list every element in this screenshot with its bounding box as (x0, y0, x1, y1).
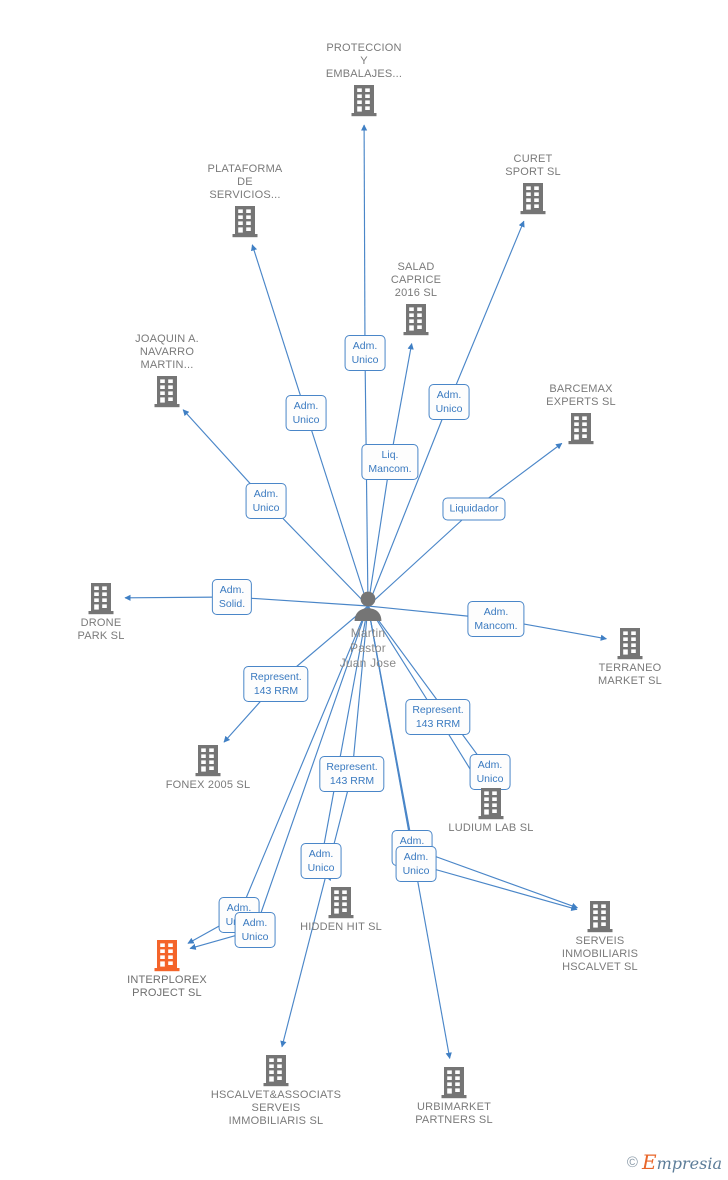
building-icon (525, 899, 675, 933)
edge-label-e-ludium-1[interactable]: Represent. 143 RRM (405, 699, 471, 735)
edge-label-e-drone[interactable]: Adm. Solid. (211, 579, 253, 615)
building-icon (341, 302, 491, 336)
edge-label-e-joaquin[interactable]: Adm. Unico (245, 483, 287, 519)
building-icon (506, 411, 656, 445)
node-hidden[interactable]: HIDDEN HIT SL (266, 885, 416, 934)
node-label-hidden: HIDDEN HIT SL (300, 921, 382, 933)
node-hscalvet[interactable]: HSCALVET&ASSOCIATS SERVEIS IMMOBILIARIS … (201, 1053, 351, 1128)
node-plataforma[interactable]: PLATAFORMA DE SERVICIOS... (170, 163, 320, 238)
edge-label-e-barcemax[interactable]: Liquidador (442, 497, 506, 521)
node-fonex[interactable]: FONEX 2005 SL (133, 743, 283, 792)
node-label-proteccion: PROTECCION Y EMBALAJES... (325, 42, 403, 80)
person-icon (293, 590, 443, 624)
node-ludium[interactable]: LUDIUM LAB SL (416, 786, 566, 835)
node-center[interactable]: Martin Pastor Juan Jose (293, 590, 443, 671)
edge-segment-e-plataforma-in (305, 412, 369, 607)
edge-label-e-plataforma[interactable]: Adm. Unico (285, 395, 327, 431)
edge-label-e-curet[interactable]: Adm. Unico (428, 384, 470, 420)
building-icon (416, 786, 566, 820)
node-label-drone: DRONE PARK SL (77, 617, 125, 642)
building-icon (289, 83, 439, 117)
node-label-salad: SALAD CAPRICE 2016 SL (390, 261, 442, 299)
building-icon (555, 626, 705, 660)
node-barcemax[interactable]: BARCEMAX EXPERTS SL (506, 383, 656, 445)
node-label-center: Martin Pastor Juan Jose (339, 626, 397, 670)
building-icon (170, 204, 320, 238)
building-icon (92, 374, 242, 408)
edge-segment-e-salad-in (367, 461, 391, 607)
building-icon (201, 1053, 351, 1087)
edge-segment-e-curet-in (367, 401, 450, 607)
edge-label-e-ludium-2[interactable]: Adm. Unico (469, 754, 511, 790)
edge-label-e-hscalvet[interactable]: Represent. 143 RRM (319, 756, 385, 792)
edge-label-e-serveis-2[interactable]: Adm. Unico (395, 846, 437, 882)
node-label-serveis: SERVEIS INMOBILIARIS HSCALVET SL (561, 935, 639, 973)
building-icon (92, 938, 242, 972)
building-icon (266, 885, 416, 919)
node-label-interplorex: INTERPLOREX PROJECT SL (127, 974, 207, 999)
building-icon (458, 181, 608, 215)
relationship-diagram-canvas: Adm. Unico Adm. Unico Adm. Unico Liq. Manco… (0, 0, 728, 1180)
copyright-icon: © (626, 1153, 638, 1171)
node-salad[interactable]: SALAD CAPRICE 2016 SL (341, 261, 491, 336)
node-interplorex[interactable]: INTERPLOREX PROJECT SL (92, 938, 242, 1000)
node-label-ludium: LUDIUM LAB SL (448, 822, 534, 834)
node-joaquin[interactable]: JOAQUIN A. NAVARRO MARTIN... (92, 333, 242, 408)
node-terraneo[interactable]: TERRANEO MARKET SL (555, 626, 705, 688)
node-label-terraneo: TERRANEO MARKET SL (598, 662, 662, 687)
edge-label-e-proteccion[interactable]: Adm. Unico (344, 335, 386, 371)
node-label-joaquin: JOAQUIN A. NAVARRO MARTIN... (135, 333, 199, 371)
node-label-barcemax: BARCEMAX EXPERTS SL (546, 383, 616, 408)
node-label-hscalvet: HSCALVET&ASSOCIATS SERVEIS IMMOBILIARIS … (210, 1089, 342, 1127)
building-icon (133, 743, 283, 777)
node-label-urbimarket: URBIMARKET PARTNERS SL (415, 1101, 493, 1126)
building-icon (26, 581, 176, 615)
node-curet[interactable]: CURET SPORT SL (458, 153, 608, 215)
edge-segment-e-plataforma-out (251, 244, 307, 414)
building-icon (379, 1065, 529, 1099)
node-label-fonex: FONEX 2005 SL (165, 779, 251, 791)
node-serveis[interactable]: SERVEIS INMOBILIARIS HSCALVET SL (525, 899, 675, 974)
empresia-watermark: © Empresia (627, 1150, 722, 1174)
watermark-brand-initial: E (641, 1150, 657, 1174)
node-label-plataforma: PLATAFORMA DE SERVICIOS... (207, 163, 283, 201)
node-label-curet: CURET SPORT SL (505, 153, 561, 178)
watermark-brand-rest: mpresia (656, 1154, 722, 1173)
edge-label-e-fonex[interactable]: Represent. 143 RRM (243, 666, 309, 702)
edge-label-e-terraneo[interactable]: Adm. Mancom. (467, 601, 525, 637)
node-urbimarket[interactable]: URBIMARKET PARTNERS SL (379, 1065, 529, 1127)
node-proteccion[interactable]: PROTECCION Y EMBALAJES... (289, 42, 439, 117)
edge-label-e-salad[interactable]: Liq. Mancom. (361, 444, 419, 480)
node-drone[interactable]: DRONE PARK SL (26, 581, 176, 643)
edge-label-e-hidden[interactable]: Adm. Unico (300, 843, 342, 879)
watermark-brand: Empresia (642, 1150, 722, 1174)
